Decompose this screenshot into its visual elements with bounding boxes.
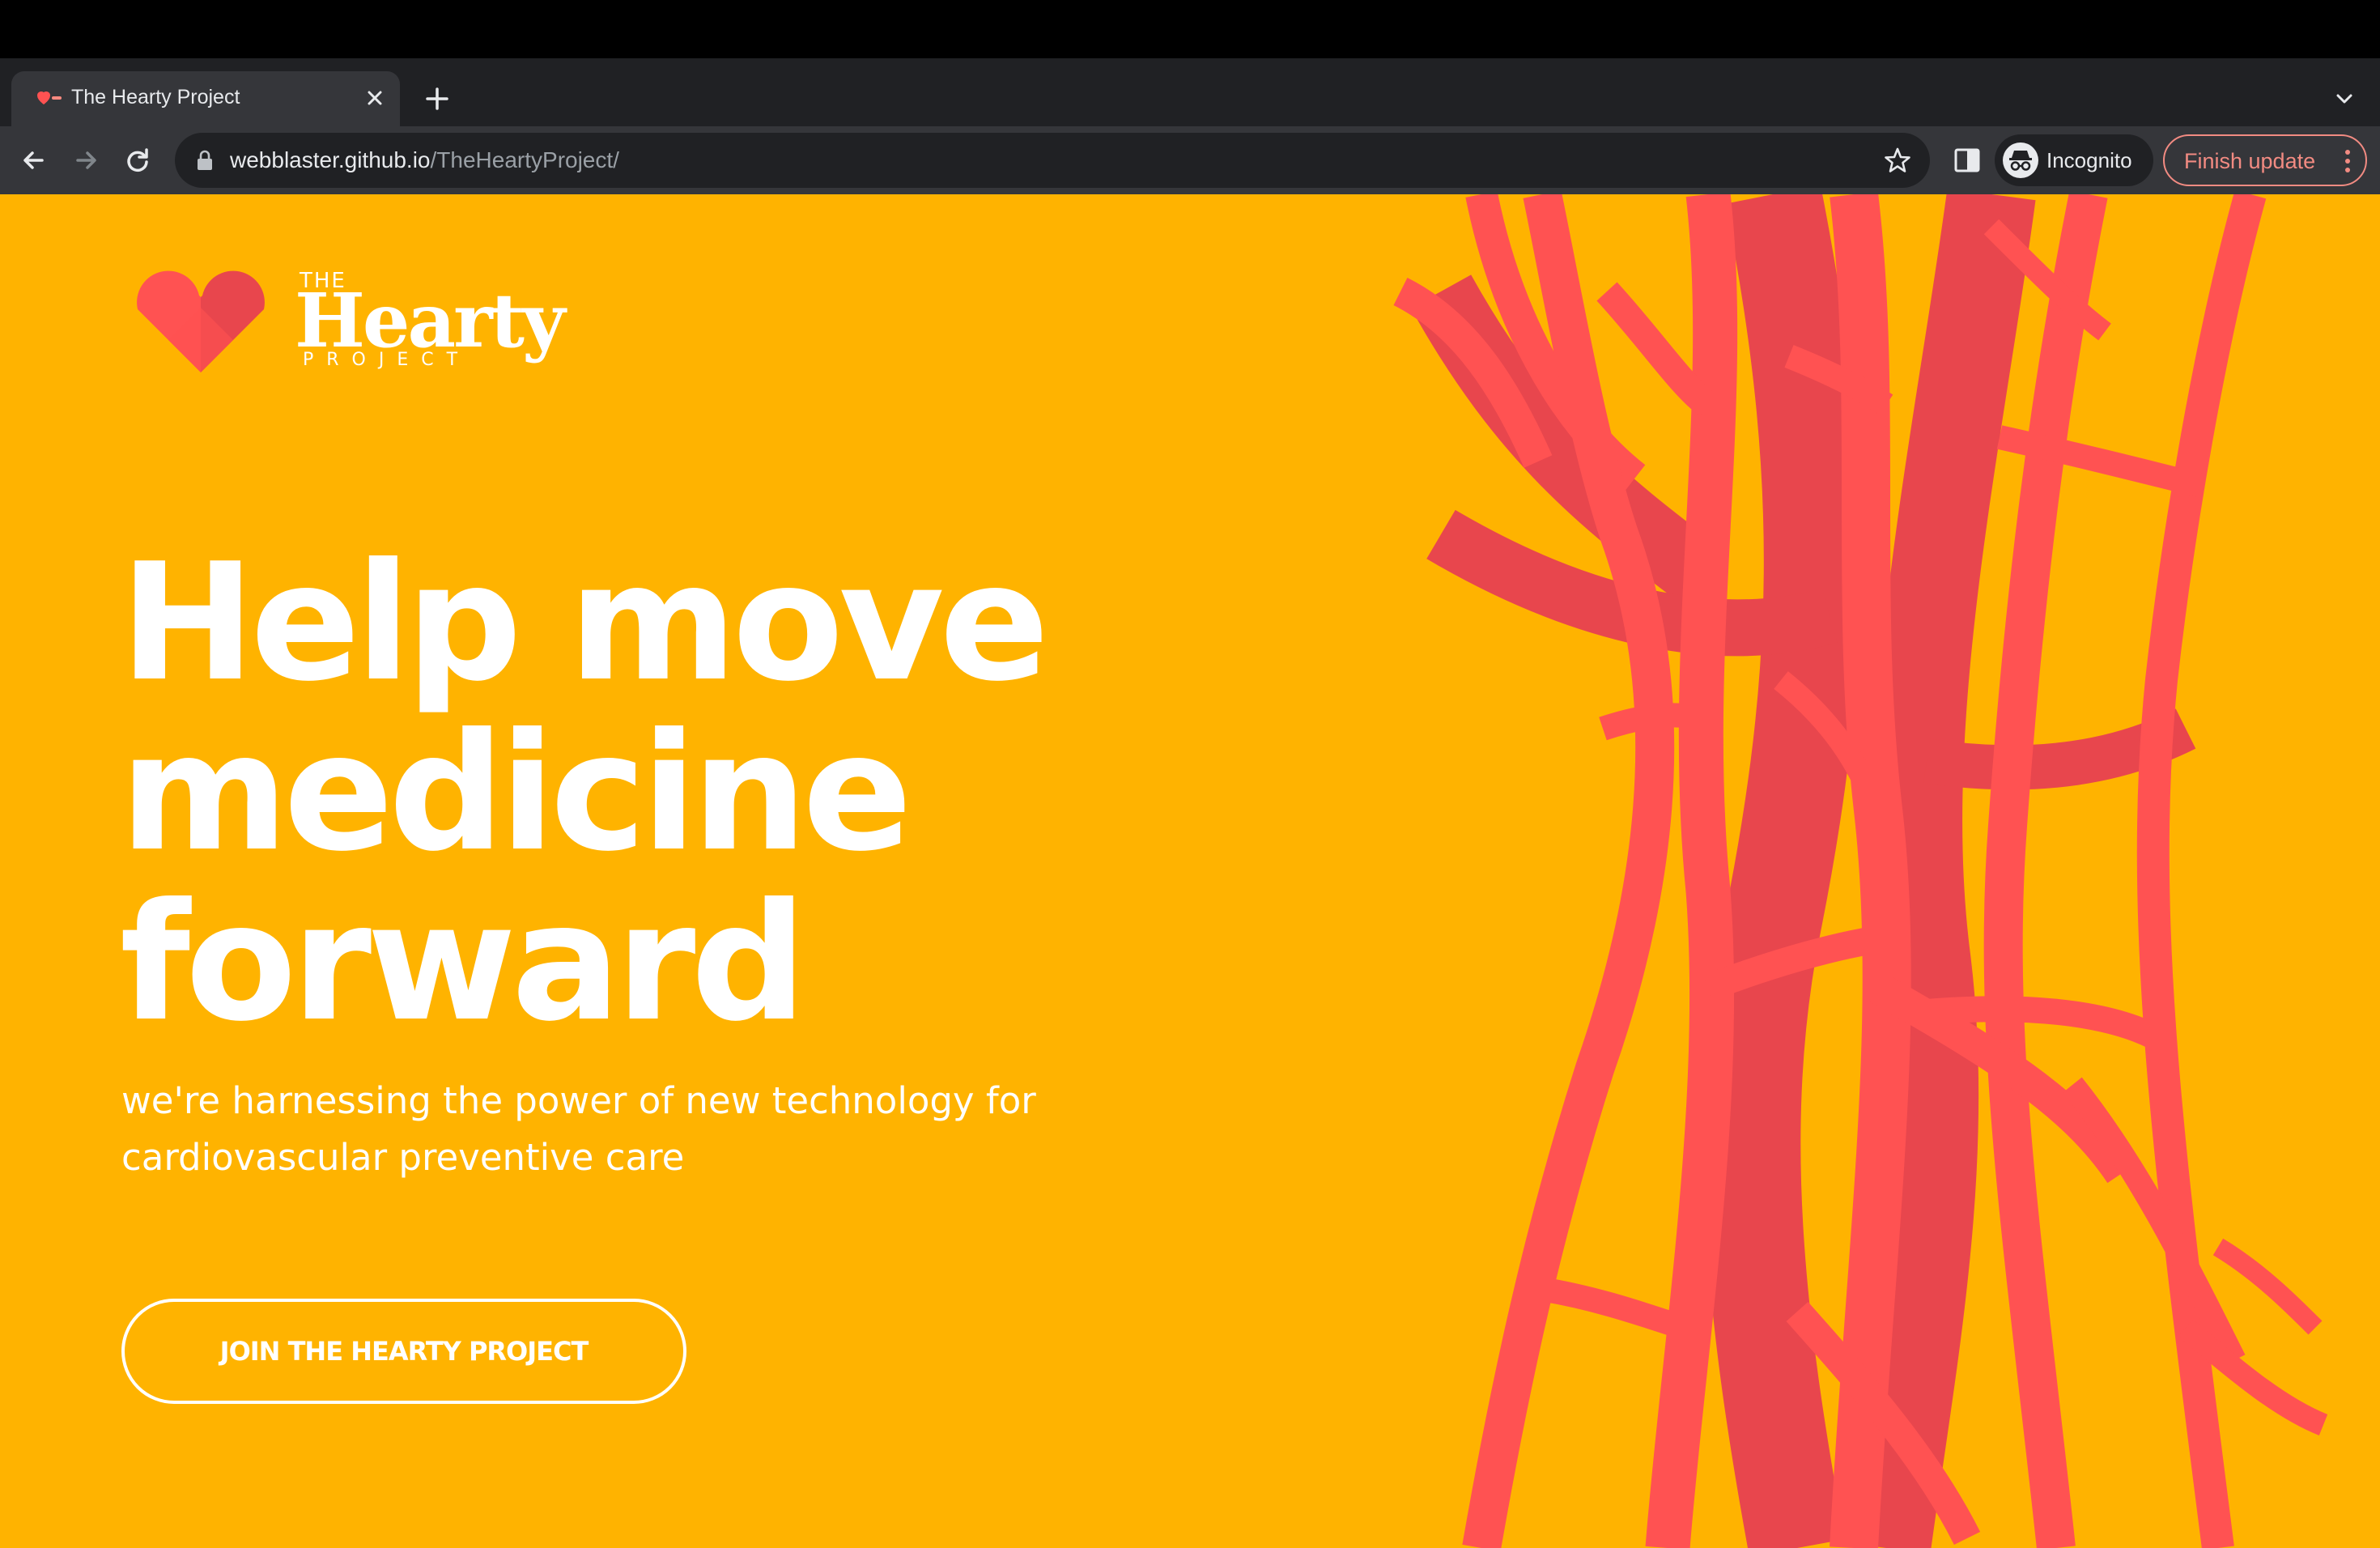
logo-project-text: PROJECT bbox=[303, 350, 471, 370]
arrow-right-icon[interactable] bbox=[68, 142, 104, 178]
hero-page: THE Hearty PROJECT Help move medicine fo… bbox=[0, 194, 2380, 1548]
kebab-menu-icon[interactable] bbox=[2343, 147, 2352, 175]
reload-icon[interactable] bbox=[120, 142, 155, 178]
browser-tab-strip: The Hearty Project bbox=[0, 58, 2380, 126]
headline-line: Help move bbox=[120, 529, 1049, 717]
finish-update-label: Finish update bbox=[2184, 149, 2316, 173]
hearty-project-logo[interactable]: THE Hearty PROJECT bbox=[120, 259, 565, 381]
arrow-left-icon[interactable] bbox=[16, 142, 52, 178]
incognito-icon bbox=[2003, 142, 2038, 178]
tab-title: The Hearty Project bbox=[71, 86, 240, 108]
lock-icon[interactable] bbox=[196, 149, 214, 172]
headline-line: medicine bbox=[120, 699, 912, 887]
chevron-down-icon[interactable] bbox=[2331, 86, 2357, 112]
incognito-indicator[interactable]: Incognito bbox=[1995, 134, 2153, 186]
active-tab[interactable]: The Hearty Project bbox=[11, 71, 400, 126]
screen-top-bar bbox=[0, 0, 2380, 58]
heart-logo-icon bbox=[137, 270, 265, 372]
browser-toolbar: webblaster.github.io/TheHeartyProject/ I… bbox=[0, 126, 2380, 194]
url-text[interactable]: webblaster.github.io/TheHeartyProject/ bbox=[230, 147, 619, 173]
hero-headline: Help move medicine forward bbox=[120, 538, 1091, 1048]
headline-line: forward bbox=[120, 869, 807, 1057]
subtitle-line: cardiovascular preventive care bbox=[121, 1136, 685, 1179]
subtitle-line: we're harnessing the power of new techno… bbox=[121, 1079, 1036, 1122]
address-bar[interactable]: webblaster.github.io/TheHeartyProject/ bbox=[175, 133, 1930, 188]
star-icon[interactable] bbox=[1883, 146, 1912, 175]
plus-icon[interactable] bbox=[421, 83, 453, 115]
incognito-label: Incognito bbox=[2046, 148, 2132, 172]
hero-subtitle: we're harnessing the power of new techno… bbox=[121, 1073, 1133, 1186]
finish-update-button[interactable]: Finish update bbox=[2163, 134, 2367, 186]
close-icon[interactable] bbox=[361, 84, 389, 112]
url-host: webblaster.github.io bbox=[230, 147, 431, 172]
url-path: /TheHeartyProject/ bbox=[430, 147, 619, 172]
tab-favicon-icon bbox=[37, 91, 62, 104]
join-project-button[interactable]: JOIN THE HEARTY PROJECT bbox=[121, 1299, 686, 1404]
side-panel-icon[interactable] bbox=[1951, 144, 1983, 176]
